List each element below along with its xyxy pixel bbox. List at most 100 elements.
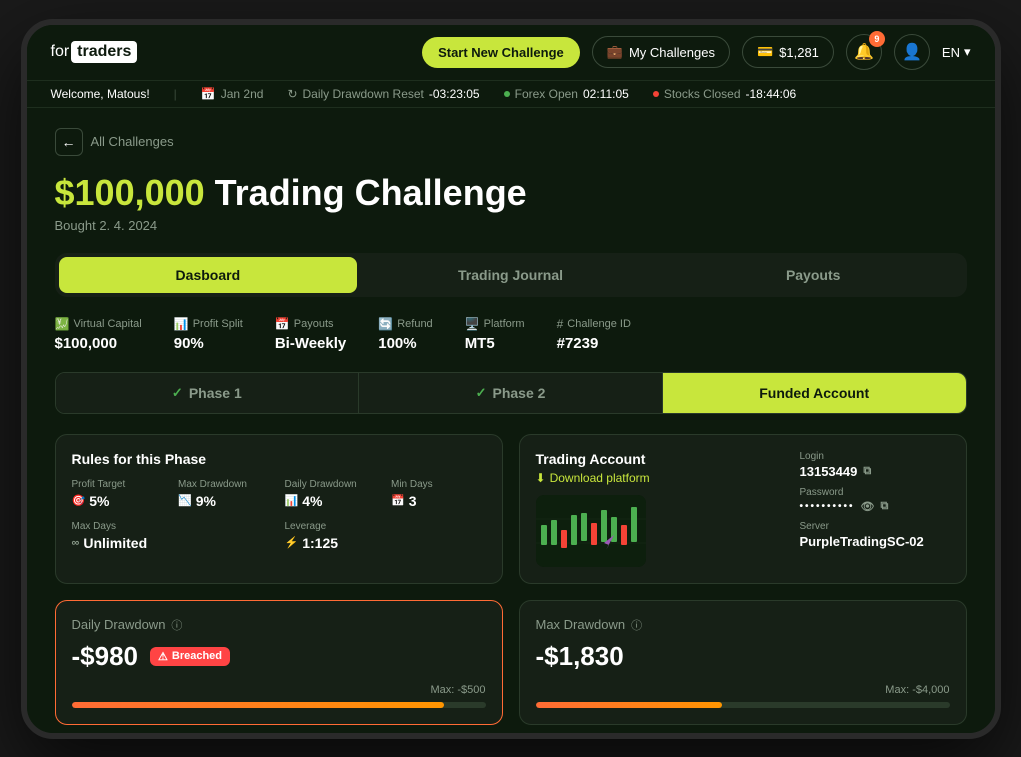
stocks-status-dot (653, 91, 659, 97)
copy-login-button[interactable]: ⧉ (863, 465, 871, 478)
user-icon: 👤 (902, 42, 922, 62)
daily-drawdown-value: -$980 (72, 641, 139, 672)
notification-badge: 9 (869, 31, 885, 47)
trading-account-right: Login 13153449 ⧉ Password •••••••••• 👁 (800, 451, 950, 567)
max-drawdown-value: -$1,830 (536, 641, 624, 672)
max-drawdown-card: Max Drawdown ⓘ -$1,830 Max: -$4,000 (519, 600, 967, 725)
leverage-icon: ⚡ (285, 536, 299, 549)
drawdown-grid: Daily Drawdown ⓘ -$980 ⚠ Breached Max: -… (55, 600, 967, 725)
stocks-item: Stocks Closed -18:44:06 (653, 87, 796, 101)
password-value: •••••••••• (800, 501, 855, 512)
show-password-button[interactable]: 👁 (861, 500, 875, 513)
page-title: $100,000 Trading Challenge (55, 172, 967, 214)
profit-split-value: 90% (174, 335, 243, 352)
daily-drawdown-icon: 📊 (285, 494, 299, 507)
daily-drawdown-info-icon[interactable]: ⓘ (171, 617, 182, 633)
min-days-icon: 📅 (391, 494, 405, 507)
stats-row: 💹 Virtual Capital $100,000 📊 Profit Spli… (55, 317, 967, 352)
warning-icon: ⚠ (158, 650, 168, 663)
platform-icon: 🖥️ (465, 317, 480, 331)
chart-thumbnail (536, 495, 646, 567)
breach-badge: ⚠ Breached (150, 647, 230, 666)
login-value: 13153449 (800, 464, 858, 479)
briefcase-icon: 💼 (607, 44, 623, 60)
phase1-check-icon: ✓ (172, 385, 183, 401)
max-drawdown-info-icon[interactable]: ⓘ (631, 617, 642, 633)
daily-drawdown-progress-bg (72, 702, 486, 708)
breadcrumb: All Challenges (91, 134, 174, 149)
stat-challenge-id: # Challenge ID #7239 (557, 317, 631, 352)
download-platform-link[interactable]: ⬇ Download platform (536, 471, 788, 485)
funded-account-label: Funded Account (759, 385, 869, 401)
page-subtitle: Bought 2. 4. 2024 (55, 218, 967, 233)
max-drawdown-icon: 📉 (178, 494, 192, 507)
rules-title: Rules for this Phase (72, 451, 486, 467)
rule-daily-drawdown: Daily Drawdown 📊 4% (285, 479, 380, 509)
daily-drawdown-max: Max: -$500 (72, 684, 486, 696)
max-drawdown-title: Max Drawdown (536, 617, 626, 632)
phase2-label: Phase 2 (492, 385, 545, 401)
server-field: Server PurpleTradingSC-02 (800, 521, 950, 549)
tab-payouts[interactable]: Payouts (664, 257, 963, 293)
login-field: Login 13153449 ⧉ (800, 451, 950, 479)
logo: for traders (51, 41, 138, 63)
download-icon: ⬇ (536, 471, 546, 485)
title-amount: $100,000 (55, 172, 205, 213)
leverage-value: 1:125 (302, 535, 338, 551)
max-drawdown-progress-fill (536, 702, 722, 708)
welcome-text: Welcome, Matous! (51, 87, 150, 101)
rules-card: Rules for this Phase Profit Target 🎯 5% … (55, 434, 503, 584)
copy-password-button[interactable]: ⧉ (880, 500, 888, 513)
notifications-button[interactable]: 🔔 9 (846, 34, 882, 70)
rule-max-days: Max Days ∞ Unlimited (72, 521, 273, 551)
main-content: ← All Challenges $100,000 Trading Challe… (27, 108, 995, 733)
stat-profit-split: 📊 Profit Split 90% (174, 317, 243, 352)
user-button[interactable]: 👤 (894, 34, 930, 70)
payouts-value: Bi-Weekly (275, 335, 346, 352)
payouts-icon: 📅 (275, 317, 290, 331)
funded-account-tab[interactable]: Funded Account (663, 373, 966, 413)
challenge-id-value: #7239 (557, 335, 631, 352)
trading-account-card: Trading Account ⬇ Download platform (519, 434, 967, 584)
chevron-down-icon: ▾ (964, 44, 971, 60)
phase2-check-icon: ✓ (476, 385, 487, 401)
wallet-icon: 💳 (757, 44, 773, 60)
tab-trading-journal[interactable]: Trading Journal (361, 257, 660, 293)
language-button[interactable]: EN ▾ (942, 44, 971, 60)
date-item: 📅 Jan 2nd (201, 87, 264, 101)
logo-traders: traders (71, 41, 137, 63)
chart-svg (536, 495, 646, 567)
daily-drawdown-card: Daily Drawdown ⓘ -$980 ⚠ Breached Max: -… (55, 600, 503, 725)
daily-drawdown-progress-fill (72, 702, 445, 708)
max-days-value: Unlimited (83, 535, 147, 551)
back-arrow-button[interactable]: ← (55, 128, 83, 156)
stat-refund: 🔄 Refund 100% (378, 317, 432, 352)
screen: for traders Start New Challenge 💼 My Cha… (27, 25, 995, 733)
password-field: Password •••••••••• 👁 ⧉ (800, 487, 950, 513)
start-challenge-button[interactable]: Start New Challenge (422, 37, 580, 68)
profit-split-icon: 📊 (174, 317, 189, 331)
nav-right: Start New Challenge 💼 My Challenges 💳 $1… (422, 34, 970, 70)
tab-dashboard[interactable]: Dasboard (59, 257, 358, 293)
logo-for: for (51, 43, 70, 61)
min-days-value: 3 (409, 493, 417, 509)
max-drawdown-max: Max: -$4,000 (536, 684, 950, 696)
platform-value: MT5 (465, 335, 525, 352)
tabs-container: Dasboard Trading Journal Payouts (55, 253, 967, 297)
back-link[interactable]: ← All Challenges (55, 128, 967, 156)
my-challenges-button[interactable]: 💼 My Challenges (592, 36, 730, 68)
rule-profit-target: Profit Target 🎯 5% (72, 479, 167, 509)
balance-button[interactable]: 💳 $1,281 (742, 36, 834, 68)
rules-grid-bottom: Max Days ∞ Unlimited Leverage ⚡ 1:125 (72, 521, 486, 551)
virtual-capital-value: $100,000 (55, 335, 142, 352)
challenge-id-icon: # (557, 317, 564, 331)
tablet-frame: for traders Start New Challenge 💼 My Cha… (21, 19, 1001, 739)
phase1-label: Phase 1 (189, 385, 242, 401)
phase2-tab[interactable]: ✓ Phase 2 (359, 373, 663, 413)
phase1-tab[interactable]: ✓ Phase 1 (56, 373, 360, 413)
rule-leverage: Leverage ⚡ 1:125 (285, 521, 486, 551)
max-drawdown-value: 9% (196, 493, 216, 509)
rule-max-drawdown: Max Drawdown 📉 9% (178, 479, 273, 509)
content-grid: Rules for this Phase Profit Target 🎯 5% … (55, 434, 967, 584)
max-days-icon: ∞ (72, 537, 80, 549)
